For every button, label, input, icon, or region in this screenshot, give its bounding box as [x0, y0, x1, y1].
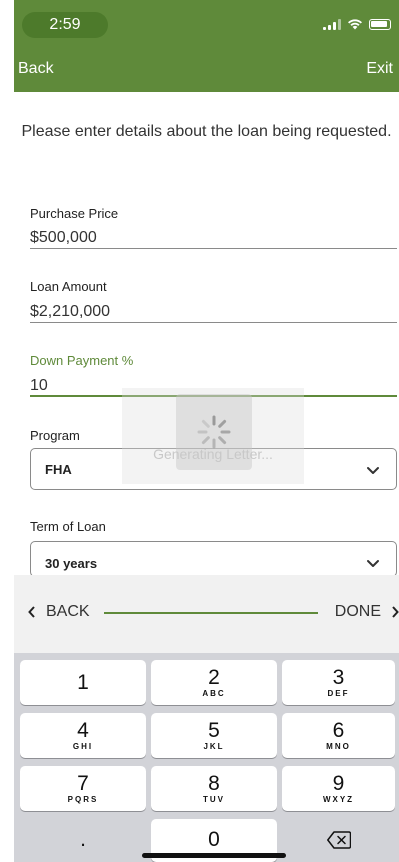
- term-value: 30 years: [45, 556, 98, 571]
- key-9[interactable]: 9 WXYZ: [282, 766, 395, 811]
- chevron-right-icon: [392, 606, 399, 618]
- down-payment-input[interactable]: 10: [30, 377, 48, 395]
- key-label: 5: [208, 719, 220, 742]
- status-icons: [323, 15, 391, 33]
- key-label: 3: [332, 666, 345, 689]
- key-letters: DEF: [327, 689, 350, 698]
- program-label: Program: [30, 428, 80, 443]
- key-letters: JKL: [203, 742, 225, 751]
- signal-icon: [323, 18, 341, 30]
- backspace-key[interactable]: [282, 819, 395, 862]
- key-letters: TUV: [203, 795, 225, 804]
- app-header: 2:59 Back Exit: [14, 0, 399, 92]
- key-label: 1: [77, 671, 89, 694]
- term-select[interactable]: 30 years: [30, 541, 397, 577]
- exit-button[interactable]: Exit: [366, 60, 393, 78]
- key-label: 9: [332, 772, 345, 795]
- key-letters: ABC: [202, 689, 226, 698]
- loading-message: Generating Letter...: [153, 446, 273, 462]
- key-letters: PQRS: [67, 795, 99, 804]
- purchase-price-label: Purchase Price: [30, 206, 119, 221]
- key-label: .: [80, 828, 86, 851]
- accessory-back-label: BACK: [46, 603, 90, 620]
- loan-amount-underline: [30, 322, 397, 323]
- status-time: 2:59: [22, 12, 108, 38]
- home-indicator: [142, 853, 286, 858]
- chevron-down-icon: [367, 560, 379, 567]
- intro-text: Please enter details about the loan bein…: [21, 123, 392, 140]
- spinner-icon: [197, 415, 231, 449]
- key-2[interactable]: 2 ABC: [151, 660, 277, 705]
- loan-amount-input[interactable]: $2,210,000: [30, 303, 110, 321]
- keyboard-accessory-bar: BACK DONE: [14, 575, 399, 653]
- key-5[interactable]: 5 JKL: [151, 713, 277, 758]
- key-3[interactable]: 3 DEF: [282, 660, 395, 705]
- key-letters: MNO: [326, 742, 351, 751]
- backspace-icon: [326, 831, 351, 849]
- purchase-price-input[interactable]: $500,000: [30, 229, 97, 247]
- wifi-icon: [348, 19, 362, 30]
- numeric-keyboard: 1 2 ABC 3 DEF 4 GHI 5 JKL 6 MNO 7 PQRS 8…: [14, 653, 399, 862]
- key-label: 2: [208, 666, 220, 689]
- key-label: 4: [77, 719, 89, 742]
- down-payment-label: Down Payment %: [30, 353, 134, 368]
- purchase-price-underline: [30, 248, 397, 249]
- key-letters: GHI: [72, 742, 94, 751]
- key-label: 7: [77, 772, 89, 795]
- key-8[interactable]: 8 TUV: [151, 766, 277, 811]
- battery-icon: [369, 18, 391, 30]
- chevron-down-icon: [367, 467, 379, 474]
- program-value: FHA: [45, 462, 72, 477]
- accessory-done-button[interactable]: DONE: [335, 603, 399, 621]
- key-6[interactable]: 6 MNO: [282, 713, 395, 758]
- loading-overlay: Generating Letter...: [122, 388, 304, 484]
- accessory-back-button[interactable]: BACK: [28, 603, 90, 621]
- accessory-done-label: DONE: [334, 603, 381, 620]
- key-label: 0: [208, 828, 220, 851]
- key-4[interactable]: 4 GHI: [20, 713, 146, 758]
- key-7[interactable]: 7 PQRS: [20, 766, 146, 811]
- key-label: 8: [208, 772, 220, 795]
- back-button[interactable]: Back: [18, 60, 54, 78]
- loan-amount-label: Loan Amount: [30, 279, 107, 294]
- key-letters: WXYZ: [322, 795, 355, 804]
- chevron-left-icon: [28, 606, 35, 618]
- key-decimal[interactable]: .: [20, 819, 146, 862]
- key-label: 6: [332, 719, 345, 742]
- accessory-divider: [104, 612, 318, 614]
- term-label: Term of Loan: [30, 519, 106, 534]
- key-1[interactable]: 1: [20, 660, 146, 705]
